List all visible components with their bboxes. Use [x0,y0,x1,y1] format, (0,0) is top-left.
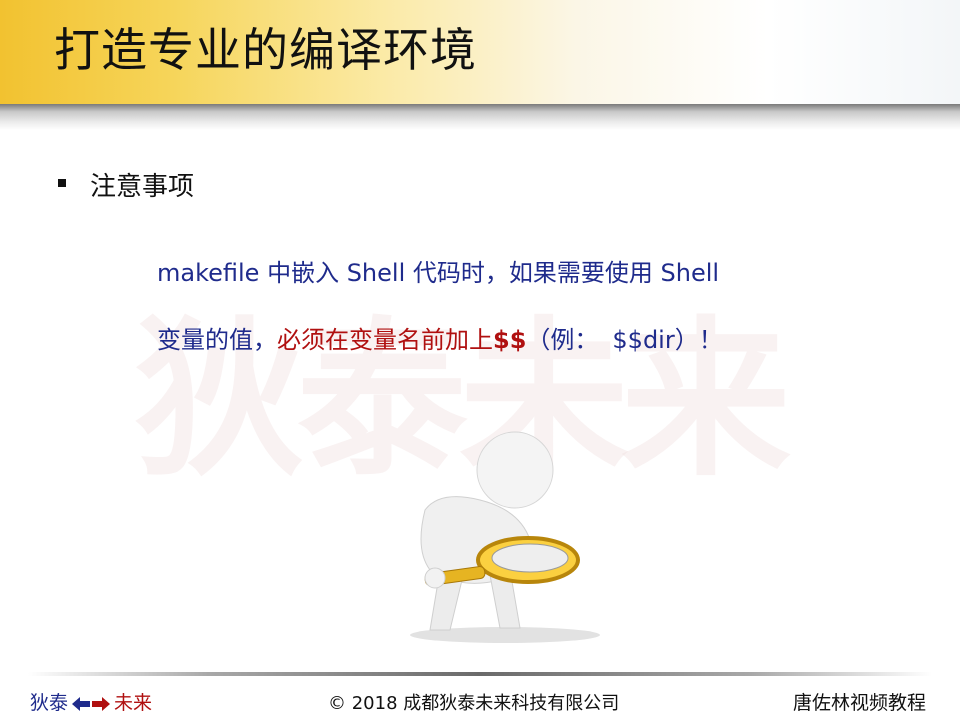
title-bar-shadow [0,104,960,130]
line2-part2: 必须在变量名前加上 [277,326,493,354]
square-bullet-icon [58,179,66,187]
line1-part2: 如果需要使用 Shell [508,259,720,287]
bullet-heading: 注意事项 [90,172,195,202]
footer-brand-part1: 狄泰 [30,692,69,714]
line2-part3: $$ [493,326,527,354]
line2-part6: ）！ [674,326,723,354]
line2-part5: $$dir [612,326,675,354]
body-line-1: makefile 中嵌入 Shell 代码时，如果需要使用 Shell [157,253,719,288]
line2-part4: （例： [526,326,599,354]
line2-part1: 变量的值， [157,326,277,354]
body-line-2: 变量的值，必须在变量名前加上$$（例： $$dir）！ [157,320,723,355]
magnifier-figure-icon [410,431,600,643]
footer-divider [28,672,932,676]
footer-brand: 狄泰 未来 [30,688,152,715]
double-arrow-icon [72,696,111,711]
page-title: 打造专业的编译环境 [54,23,477,77]
footer-copyright: © 2018 成都狄泰未来科技有限公司 [328,693,620,714]
footer-brand-part2: 未来 [114,692,153,714]
line1-part1: makefile 中嵌入 Shell 代码时， [157,259,509,287]
title-bar: 打造专业的编译环境 [0,0,960,104]
footer-author: 唐佐林视频教程 [793,692,927,714]
